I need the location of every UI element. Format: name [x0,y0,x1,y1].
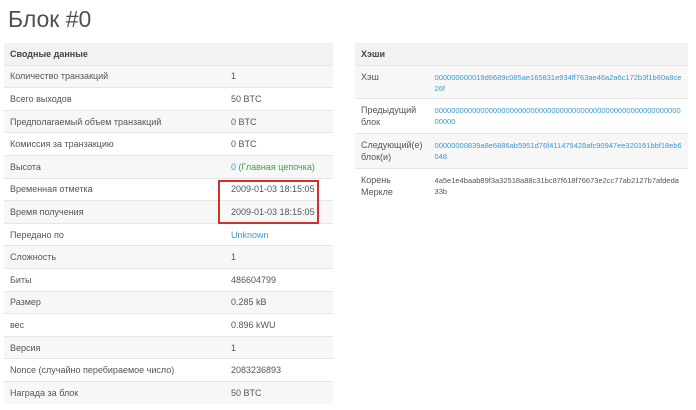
table-row: вес 0.896 kWU [4,313,333,337]
table-row: Время получения 2009-01-03 18:15:05 [4,200,333,224]
row-value: 1 [225,64,333,88]
main-chain-label: (Главная цепочка) [238,161,315,172]
table-row: Передано по Unknown [4,222,333,246]
relayed-by-cell: Unknown [225,222,333,246]
relayed-by-link[interactable]: Unknown [231,230,269,240]
row-label: Предполагаемый объем транзакций [4,109,225,133]
row-label: Комиссия за транзакцию [4,132,225,156]
summary-table: Сводные данные Количество транзакций 1 В… [4,43,333,404]
timestamp-value: 2009-01-03 18:15:05 [225,177,333,201]
row-value: 0 BTC [225,132,333,156]
row-value: 1 [225,245,333,269]
row-label: Временная отметка [4,177,225,201]
table-row: Предполагаемый объем транзакций 0 BTC [4,109,333,133]
hashes-header: Хэши [355,43,688,66]
height-link[interactable]: 0 [231,162,236,172]
row-label: Сложность [4,245,225,269]
row-value: 486604799 [225,267,333,292]
row-label: Всего выходов [4,87,225,111]
table-row: Хэш 000000000019d6689c085ae165831e934ff7… [355,65,688,99]
table-row: Версия 1 [4,335,333,359]
hash-label: Хэш [355,65,429,99]
row-label: Nonce (случайно перебираемое число) [4,358,225,382]
block-hash-link[interactable]: 000000000019d6689c085ae165831e934ff763ae… [435,73,682,93]
hash-label: Следующий(е) блок(и) [355,133,429,169]
row-label: Версия [4,335,225,359]
hash-value-cell: 0000000000000000000000000000000000000000… [428,98,688,134]
hashes-table: Хэши Хэш 000000000019d6689c085ae165831e9… [355,43,688,203]
merkle-root-value: 4a5e1e4baab89f3a32518a88c31bc87f618f7667… [428,168,688,203]
page-title: Блок #0 [8,6,92,32]
row-value: 2083236893 [225,358,333,382]
row-label: вес [4,313,225,337]
row-value: 0.896 kWU [225,313,333,337]
hash-value-cell: 000000000019d6689c085ae165831e934ff763ae… [428,65,688,99]
table-row: Предыдущий блок 000000000000000000000000… [355,98,688,134]
row-label: Количество транзакций [4,64,225,88]
table-row: Количество транзакций 1 [4,64,333,88]
height-value: 0 (Главная цепочка) [225,154,333,179]
table-row: Награда за блок 50 BTC [4,380,333,404]
table-row: Размер 0.285 kB [4,290,333,314]
table-row: Корень Меркле 4a5e1e4baab89f3a32518a88c3… [355,168,688,203]
summary-header: Сводные данные [4,43,333,66]
row-label: Передано по [4,222,225,246]
hash-label: Корень Меркле [355,168,429,203]
hash-label: Предыдущий блок [355,98,429,134]
table-row: Временная отметка 2009-01-03 18:15:05 [4,177,333,201]
received-time-value: 2009-01-03 18:15:05 [225,200,333,224]
row-label: Награда за блок [4,380,225,404]
table-row: Всего выходов 50 BTC [4,87,333,111]
row-label: Высота [4,154,225,179]
row-label: Биты [4,267,225,292]
row-label: Размер [4,290,225,314]
row-value: 1 [225,335,333,359]
table-row: Высота 0 (Главная цепочка) [4,154,333,179]
table-row: Комиссия за транзакцию 0 BTC [4,132,333,156]
table-row: Сложность 1 [4,245,333,269]
row-value: 0.285 kB [225,290,333,314]
hash-value-cell: 00000000839a8e6886ab5951d76f411475428afc… [428,133,688,169]
row-value: 50 BTC [225,380,333,404]
previous-block-link[interactable]: 0000000000000000000000000000000000000000… [435,106,681,126]
table-row: Nonce (случайно перебираемое число) 2083… [4,358,333,382]
next-block-link[interactable]: 00000000839a8e6886ab5951d76f411475428afc… [435,141,682,161]
row-value: 0 BTC [225,109,333,133]
table-row: Следующий(е) блок(и) 00000000839a8e6886a… [355,133,688,169]
row-label: Время получения [4,200,225,224]
row-value: 50 BTC [225,87,333,111]
table-row: Биты 486604799 [4,267,333,292]
